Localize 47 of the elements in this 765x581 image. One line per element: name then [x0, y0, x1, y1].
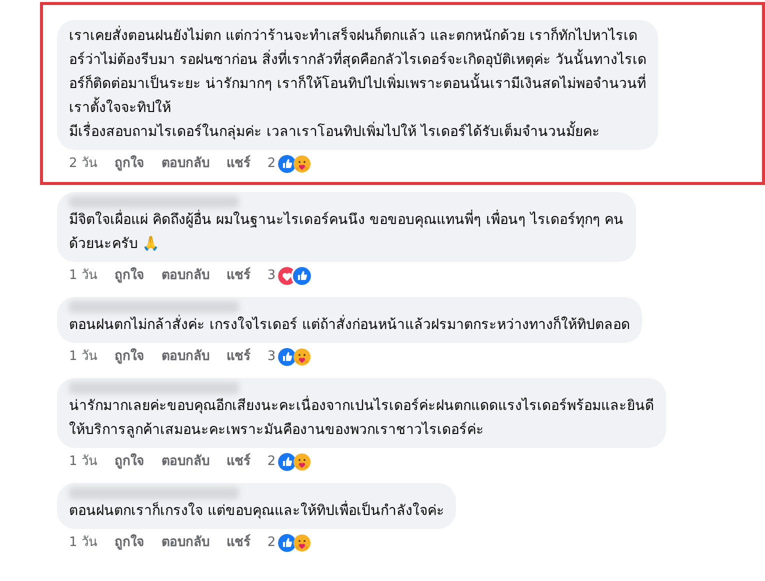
heart-icon [278, 267, 296, 285]
comment-time[interactable]: 1 วัน [69, 347, 98, 367]
comment-time[interactable]: 1 วัน [69, 266, 98, 286]
share-link[interactable]: แชร์ [226, 154, 250, 174]
reply-link[interactable]: ตอบกลับ [161, 154, 210, 174]
reaction-count: 3 [267, 348, 276, 366]
thumbs-up-icon [278, 534, 296, 552]
reply-link[interactable]: ตอบกลับ [161, 452, 210, 472]
thumbs-up-icon [278, 155, 296, 173]
comment-text: มีเรื่องสอบถามไรเดอร์ในกลุ่มค่ะ เวลาเราโอนทิปเพิ่มไปให้ ไรเดอร์ได้รับเต็มจำนวนมั้ยคะ [69, 120, 600, 144]
share-link[interactable]: แชร์ [226, 452, 250, 472]
like-link[interactable]: ถูกใจ [114, 347, 144, 367]
reaction-count: 3 [267, 267, 276, 286]
comment-text: ตอนฝนตกไม่กล้าสั่งค่ะ เกรงใจไรเดอร์ แต่ถ้าสั่งก่อนหน้าแล้วฝรมาตกระหว่างทางก็ให้ทิปตลอด [69, 313, 630, 337]
reply-link[interactable]: ตอบกลับ [161, 533, 210, 553]
hugging-face-icon [292, 453, 311, 471]
reply-link[interactable]: ตอบกลับ [161, 347, 210, 367]
comment-time[interactable]: 1 วัน [69, 452, 98, 472]
hugging-face-icon [292, 534, 311, 552]
reaction-count: 2 [267, 534, 276, 552]
share-link[interactable]: แชร์ [226, 347, 250, 367]
reaction-count: 2 [267, 155, 276, 174]
thumbs-up-icon [278, 453, 296, 471]
like-link[interactable]: ถูกใจ [114, 266, 144, 286]
like-link[interactable]: ถูกใจ [114, 533, 144, 553]
comment-text: มีจิตใจเผื่อแผ่ คิดถึงผู้อื่น ผมในฐานะไรเดอร์คนนึง ขอขอบคุณแทนพี่ๆ เพื่อนๆ ไรเดอร์ทุกๆ คน [69, 208, 624, 232]
comment-text: อร์ว่าไม่ต้องรีบมา รอฝนซาก่อน สิ่งที่เรากลัวที่สุดคือกลัวไรเดอร์จะเกิดอุบัติเหตุค่ะ วันนั้นทางไรเด [69, 48, 646, 72]
comment-text: เราตั้งใจจะทิปให้ [69, 96, 171, 120]
thumbs-up-icon [292, 267, 311, 285]
hugging-face-icon [292, 348, 311, 366]
comment-text: ตอนฝนตกเราก็เกรงใจ แต่ขอบคุณและให้ทิปเพื่อเป็นกำลังใจค่ะ [69, 499, 444, 523]
share-link[interactable]: แชร์ [226, 266, 250, 286]
comment-text: ให้บริการลูกค้าเสมอนะคะเพราะมันคืองานของพวกเราชาวไรเดอร์ค่ะ [69, 420, 484, 440]
hugging-face-icon [292, 155, 311, 173]
share-link[interactable]: แชร์ [226, 533, 250, 553]
reaction-count: 2 [267, 453, 276, 472]
reply-link[interactable]: ตอบกลับ [161, 266, 210, 286]
comment-text: อร์ก็ติดต่อมาเป็นระยะ น่ารักมากๆ เราก็ให้โอนทิปไปเพิ่มเพราะตอนนั้นเรามีเงินสดไม่พอจำนวนที่ [69, 72, 646, 96]
praying-hands-emoji: 🙏 [142, 235, 159, 254]
like-link[interactable]: ถูกใจ [114, 154, 144, 174]
comment-time[interactable]: 1 วัน [69, 533, 98, 553]
comment-text: ด้วยนะครับ [69, 235, 138, 254]
comment-time[interactable]: 2 วัน [69, 154, 98, 174]
comment-text: น่ารักมากเลยค่ะขอบคุณอีกเสียงนะคะเนื่องจากเปนไรเดอร์ค่ะฝนตกแดดแรงไรเดอร์พร้อมและยินดี [69, 394, 654, 418]
thumbs-up-icon [278, 348, 296, 366]
comment-text: เราเคยสั่งตอนฝนยังไม่ตก แต่กว่าร้านจะทำเสร็จฝนก็ตกแล้ว และตกหนักด้วย เราก็ทักไปหาไรเด [69, 24, 638, 48]
like-link[interactable]: ถูกใจ [114, 452, 144, 472]
